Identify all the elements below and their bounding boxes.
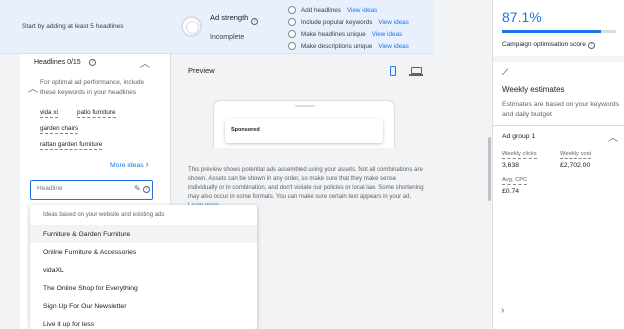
tip-text: Make headlines unique bbox=[301, 30, 366, 38]
chevron-up-icon[interactable]: ︿ bbox=[28, 80, 38, 95]
suggestion-item[interactable]: Live it up for less bbox=[30, 315, 257, 329]
tip-item: Include popular keywords View ideas bbox=[288, 16, 409, 28]
ad-strength-ring-icon bbox=[181, 16, 202, 37]
scrollbar[interactable] bbox=[488, 137, 491, 201]
left-gutter bbox=[0, 54, 20, 329]
keywords-hint: For optimal ad performance, include thes… bbox=[40, 79, 145, 96]
weekly-estimates-title: Weekly estimates bbox=[502, 85, 565, 94]
tip-text: Add headlines bbox=[301, 6, 341, 14]
optimisation-score-fill bbox=[502, 30, 602, 33]
suggestion-item[interactable]: Online Furniture & Accessories bbox=[30, 243, 257, 261]
tip-item: Make headlines unique View ideas bbox=[288, 28, 409, 40]
metric-value: £0.74 bbox=[502, 188, 520, 195]
more-ideas-link[interactable]: More ideas › bbox=[110, 159, 149, 169]
suggestion-item[interactable]: vidaXL bbox=[30, 261, 257, 279]
optimisation-score-bar bbox=[502, 30, 616, 33]
desktop-icon[interactable] bbox=[409, 67, 423, 76]
circle-icon bbox=[288, 18, 296, 26]
chevron-right-icon: › bbox=[145, 159, 149, 169]
headline-suggestions-dropdown: Ideas based on your website and existing… bbox=[30, 205, 257, 329]
disclaimer-text: This preview shows potential ads assembl… bbox=[188, 167, 424, 200]
keyword-suggestion[interactable]: vida xl bbox=[40, 109, 58, 118]
campaign-sidebar: 87.1% Campaign optimisation score ? ⟋ We… bbox=[492, 0, 624, 329]
headline-input-box[interactable]: ✎ ? bbox=[30, 180, 153, 200]
circle-icon bbox=[288, 6, 296, 14]
page-gutter bbox=[434, 0, 492, 329]
view-ideas-link[interactable]: View ideas bbox=[372, 31, 402, 38]
ad-preview-card: Sponsored bbox=[225, 119, 383, 143]
view-ideas-link[interactable]: View ideas bbox=[378, 19, 408, 26]
help-icon[interactable]: ? bbox=[251, 18, 258, 25]
view-ideas-link[interactable]: View ideas bbox=[378, 43, 408, 50]
tip-text: Make descriptions unique bbox=[301, 42, 373, 50]
ad-strength-label: Ad strength bbox=[210, 13, 249, 22]
chevron-right-icon[interactable]: › bbox=[501, 305, 504, 316]
ad-group-title: Ad group 1 bbox=[502, 133, 536, 140]
phone-mockup: Sponsored bbox=[213, 100, 395, 148]
score-label-text: Campaign optimisation score bbox=[502, 41, 586, 48]
pin-icon[interactable]: ✎ bbox=[134, 184, 141, 193]
tip-item: Make descriptions unique View ideas bbox=[288, 40, 409, 52]
weekly-estimates-desc: Estimates are based on your keywords and… bbox=[502, 101, 620, 118]
help-icon[interactable]: ? bbox=[89, 59, 96, 66]
keyword-suggestion[interactable]: patio furniture bbox=[77, 109, 116, 118]
ad-strength-banner: Start by adding at least 5 headlines Ad … bbox=[0, 0, 434, 54]
suggestion-item[interactable]: Furniture & Garden Furniture bbox=[30, 225, 257, 243]
suggestion-item[interactable]: Sign Up For Our Newsletter bbox=[30, 297, 257, 315]
headline-input[interactable] bbox=[37, 185, 127, 192]
circle-icon bbox=[288, 30, 296, 38]
keyword-suggestion[interactable]: garden chairs bbox=[40, 125, 79, 134]
circle-icon bbox=[288, 42, 296, 50]
help-icon[interactable]: ? bbox=[587, 42, 595, 49]
sponsored-label: Sponsored bbox=[231, 127, 260, 133]
chevron-up-icon[interactable]: ︿ bbox=[608, 129, 618, 144]
chevron-up-icon[interactable]: ︿ bbox=[140, 55, 150, 70]
preview-title: Preview bbox=[188, 66, 215, 75]
mobile-icon[interactable] bbox=[390, 66, 396, 76]
phone-speaker bbox=[295, 105, 315, 107]
metric-label: Avg. CPC bbox=[502, 177, 528, 185]
help-icon[interactable]: ? bbox=[143, 186, 150, 193]
optimisation-score: 87.1% bbox=[502, 9, 542, 25]
banner-instruction: Start by adding at least 5 headlines bbox=[22, 23, 124, 30]
ad-strength-status: Incomplete bbox=[210, 34, 245, 41]
metric-label: Weekly cost bbox=[560, 151, 592, 159]
section-divider bbox=[493, 56, 624, 62]
metric-label: Weekly clicks bbox=[502, 151, 537, 159]
metric-value: 3,638 bbox=[502, 162, 520, 169]
tip-text: Include popular keywords bbox=[301, 18, 373, 26]
dropdown-header: Ideas based on your website and existing… bbox=[43, 212, 165, 218]
trending-icon: ⟋ bbox=[502, 67, 509, 77]
tip-item: Add headlines View ideas bbox=[288, 4, 409, 16]
section-divider bbox=[493, 125, 624, 126]
suggestion-item[interactable]: The Online Shop for Everything bbox=[30, 279, 257, 297]
keyword-suggestion[interactable]: rattan garden furniture bbox=[40, 141, 103, 150]
optimisation-score-label: Campaign optimisation score ? bbox=[502, 41, 595, 49]
view-ideas-link[interactable]: View ideas bbox=[347, 7, 377, 14]
headlines-title: Headlines 0/15 bbox=[34, 59, 81, 66]
metric-value: £2,702.00 bbox=[560, 162, 591, 169]
more-ideas-label: More ideas bbox=[110, 162, 144, 169]
strength-tips-list: Add headlines View ideas Include popular… bbox=[288, 4, 409, 52]
